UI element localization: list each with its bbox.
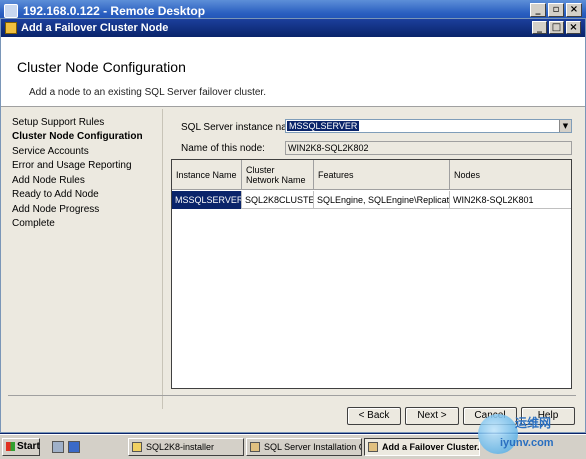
taskbar-item-sql-installation-center[interactable]: SQL Server Installation C... xyxy=(246,438,362,456)
dialog-title: Add a Failover Cluster Node xyxy=(21,22,169,34)
minimize-icon[interactable]: _ xyxy=(530,3,546,17)
chevron-down-icon[interactable]: ▼ xyxy=(559,120,571,132)
step-add-node-rules[interactable]: Add Node Rules xyxy=(12,175,85,186)
column-header-instance-name[interactable]: Instance Name xyxy=(172,160,242,190)
node-name-field: WIN2K8-SQL2K802 xyxy=(285,141,572,155)
cell-features: SQLEngine, SQLEngine\Replication... xyxy=(314,191,450,209)
table-row[interactable]: MSSQLSERVER SQL2K8CLUSTER SQLEngine, SQL… xyxy=(172,191,571,209)
show-desktop-icon[interactable] xyxy=(68,441,80,453)
cell-nodes: WIN2K8-SQL2K801 xyxy=(453,195,534,205)
taskbar-item-label: SQL Server Installation C... xyxy=(264,442,362,452)
footer-divider xyxy=(8,395,576,396)
step-complete[interactable]: Complete xyxy=(12,218,55,229)
page-header: Cluster Node Configuration Add a node to… xyxy=(1,37,585,107)
cluster-instances-grid[interactable]: Instance Name Cluster Network Name Featu… xyxy=(171,159,572,389)
taskbar-item-label: SQL2K8-installer xyxy=(146,442,215,452)
restore-icon[interactable]: ▫ xyxy=(548,3,564,17)
column-header-cluster-network-name[interactable]: Cluster Network Name xyxy=(242,160,314,190)
windows-logo-icon xyxy=(6,442,15,451)
taskbar-item-label: Add a Failover Cluster... xyxy=(382,442,480,452)
cell-cluster-network-name: SQL2K8CLUSTER xyxy=(242,191,314,209)
setup-icon xyxy=(368,442,378,452)
step-ready-to-add-node[interactable]: Ready to Add Node xyxy=(12,189,99,200)
remote-desktop-icon xyxy=(4,4,18,18)
back-button[interactable]: < Back xyxy=(347,407,401,425)
watermark-url: iyunv.com xyxy=(500,437,554,449)
start-button[interactable]: Start xyxy=(2,438,40,456)
folder-icon xyxy=(132,442,142,452)
dialog-close-icon[interactable]: × xyxy=(566,21,581,34)
step-service-accounts[interactable]: Service Accounts xyxy=(12,146,89,157)
step-cluster-node-configuration[interactable]: Cluster Node Configuration xyxy=(12,131,143,142)
step-setup-support-rules[interactable]: Setup Support Rules xyxy=(12,117,104,128)
dialog-minimize-icon[interactable]: _ xyxy=(532,21,547,34)
setup-icon xyxy=(5,22,17,34)
setup-icon xyxy=(250,442,260,452)
start-label: Start xyxy=(17,441,40,452)
node-name-label: Name of this node: xyxy=(181,143,265,154)
instance-name-value: MSSQLSERVER xyxy=(287,121,360,131)
step-error-usage-reporting[interactable]: Error and Usage Reporting xyxy=(12,160,132,171)
wizard-steps: Setup Support Rules Cluster Node Configu… xyxy=(1,109,163,409)
page-subtitle: Add a node to an existing SQL Server fai… xyxy=(29,87,266,98)
remote-desktop-title: 192.168.0.122 - Remote Desktop xyxy=(23,4,206,18)
cell-instance-name: MSSQLSERVER xyxy=(172,191,242,209)
taskbar-item-add-failover-cluster[interactable]: Add a Failover Cluster... xyxy=(364,438,480,456)
close-icon[interactable]: × xyxy=(566,3,582,17)
instance-name-select[interactable]: MSSQLSERVER ▼ xyxy=(285,119,572,133)
server-manager-icon[interactable] xyxy=(52,441,64,453)
step-add-node-progress[interactable]: Add Node Progress xyxy=(12,204,99,215)
page-title: Cluster Node Configuration xyxy=(17,59,186,75)
watermark-text: 运维网 xyxy=(515,416,552,430)
dialog-titlebar[interactable]: Add a Failover Cluster Node _ □ × xyxy=(1,19,585,37)
taskbar-item-sql2k8-installer[interactable]: SQL2K8-installer xyxy=(128,438,244,456)
next-button[interactable]: Next > xyxy=(405,407,459,425)
grid-header: Instance Name Cluster Network Name Featu… xyxy=(172,160,571,190)
column-header-features[interactable]: Features xyxy=(314,160,450,190)
dialog-maximize-icon[interactable]: □ xyxy=(549,21,564,34)
column-header-nodes[interactable]: Nodes xyxy=(450,160,571,190)
